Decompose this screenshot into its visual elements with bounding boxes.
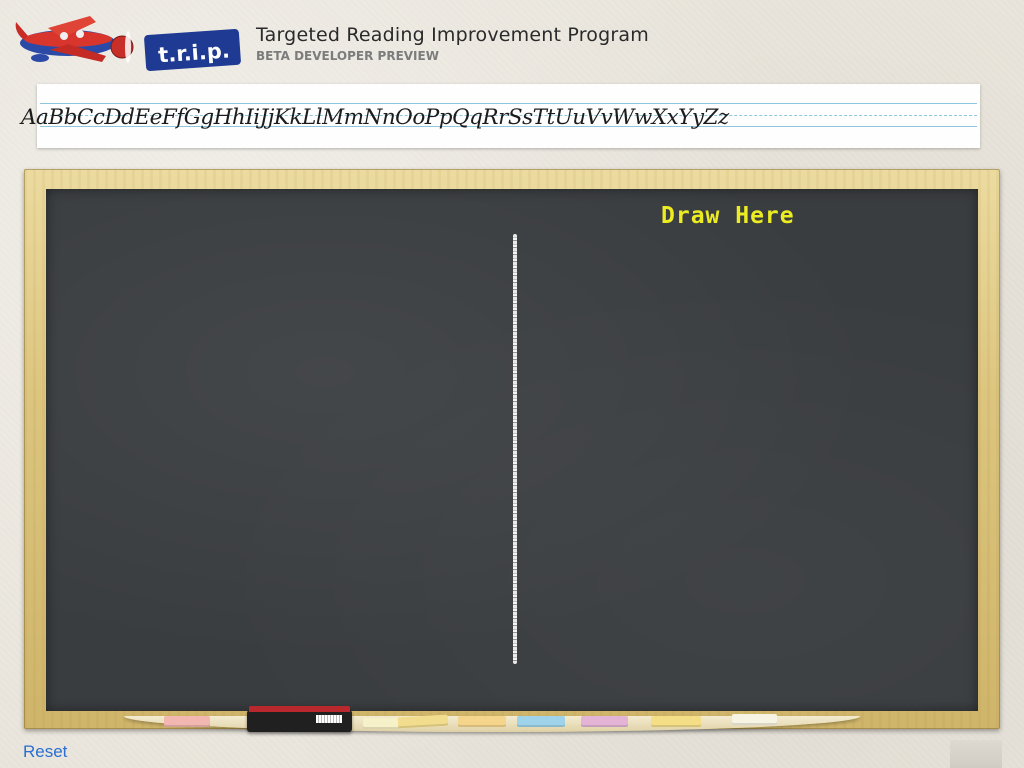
app-subtitle: BETA DEVELOPER PREVIEW: [256, 49, 439, 63]
chalk-stroke: [513, 234, 517, 664]
app-title: Targeted Reading Improvement Program: [256, 24, 649, 46]
draw-here-label: Draw Here: [661, 203, 795, 229]
corner-panel: [950, 740, 1002, 768]
chalk-white[interactable]: [732, 714, 777, 725]
chalk-cream[interactable]: [363, 718, 401, 729]
airplane-icon: [15, 16, 134, 63]
chalk-gold[interactable]: [651, 716, 701, 727]
chalk-pink[interactable]: [164, 716, 210, 727]
chalk-orange[interactable]: [458, 716, 506, 727]
trip-logo: t.r.i.p.: [15, 16, 241, 71]
eraser-felt: [249, 706, 350, 712]
chalk-purple[interactable]: [581, 716, 628, 727]
eraser-label: [316, 715, 342, 723]
reset-button[interactable]: Reset: [23, 742, 67, 762]
chalk-blue[interactable]: [517, 716, 565, 727]
logo-text: t.r.i.p.: [157, 38, 230, 67]
eraser[interactable]: [247, 706, 352, 732]
alphabet-text: AaBbCcDdEeFfGgHhIiJjKkLlMmNnOoPpQqRrSsTt…: [21, 105, 729, 130]
drawing-canvas[interactable]: [46, 189, 978, 711]
